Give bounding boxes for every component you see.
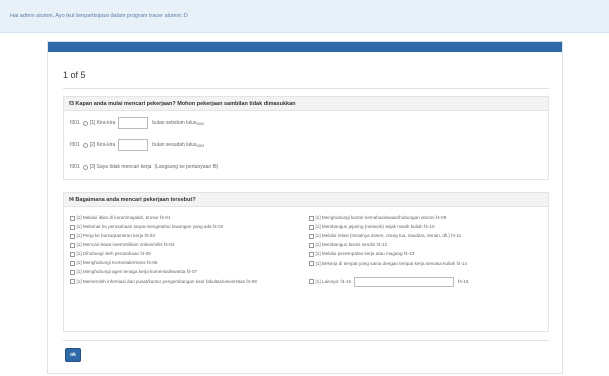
f4-checkbox[interactable] xyxy=(309,234,314,239)
f3-code: f301 xyxy=(70,120,80,126)
f3-panel: f3 Kapan anda mulai mencari pekerjaan? M… xyxy=(63,96,549,180)
f4-option-code: f4-13 xyxy=(403,251,415,256)
f4-option-code: f4-15 xyxy=(340,279,352,284)
f3-months-after-input[interactable] xyxy=(118,139,149,151)
f4-checkbox[interactable] xyxy=(309,225,314,230)
f4-option-code: f4-14 xyxy=(456,261,467,266)
f4-option-label: [1] Melalui penempatan kerja atau magang xyxy=(315,251,403,256)
f4-option-label: [1] Mencari lewat internet/iklan online/… xyxy=(76,242,163,247)
f3-option-label: [1] Kira-kira xyxy=(89,120,116,126)
f4-checkbox[interactable] xyxy=(70,234,75,239)
f4-left-column: [1] Melalui iklan di koran/majalah, bros… xyxy=(70,215,305,296)
f4-option-label: [1] Memeroleh informasi dari pusat/kanto… xyxy=(76,279,246,284)
f4-option-label: [1] Melalui relasi (misalnya dosen, oran… xyxy=(315,233,450,238)
f4-panel-header: f4 Bagaimana anda mencari pekerjaan ters… xyxy=(64,193,548,207)
f4-option-label: [1] Menghubungi Kemenakertrans xyxy=(76,260,146,265)
f3-option-3: f301 [3] Saya tidak mencari kerja (Langs… xyxy=(70,161,218,173)
f4-checkbox[interactable] xyxy=(70,270,75,275)
f4-option: [1] Memeroleh informasi dari pusat/kanto… xyxy=(70,278,305,296)
alert-text: Hai admin alumni, Ayo ikut berpartisipas… xyxy=(10,13,188,19)
f4-question: f4 Bagaimana anda mencari pekerjaan ters… xyxy=(69,197,196,203)
f3-option-suffix: (Langsung ke pertanyaan f8) xyxy=(154,164,219,170)
f4-option: [1] Membangun bisnis sendiri f4-12 xyxy=(309,242,544,251)
f4-checkbox[interactable] xyxy=(70,279,75,284)
f3-option-2: f301 [2] Kira-kira bulan sesudah lulus f… xyxy=(70,139,204,151)
submit-button[interactable]: ok xyxy=(65,348,81,362)
f4-option: [1] Dihubungi oleh perusahaan f4-05 xyxy=(70,251,305,260)
f4-option-code: f4-07 xyxy=(186,269,198,274)
f4-option: [1] Mencari lewat internet/iklan online/… xyxy=(70,242,305,251)
f4-lainnya-input[interactable] xyxy=(354,277,455,287)
f4-option-label: [1] Membangun jejaring (network) sejak m… xyxy=(315,224,423,229)
f4-option-label: [1] Dihubungi oleh perusahaan xyxy=(76,251,140,256)
f4-option-lainnya: [1] Lainnya: f4-15 f4-16 xyxy=(309,277,544,296)
f4-option: [1] Menghubungi Kemenakertrans f4-06 xyxy=(70,260,305,269)
f4-panel: f4 Bagaimana anda mencari pekerjaan ters… xyxy=(63,192,549,332)
f4-option-label: [1] Lainnya: xyxy=(315,279,340,284)
f4-option: [1] Melalui iklan di koran/majalah, bros… xyxy=(70,215,305,224)
f3-panel-header: f3 Kapan anda mulai mencari pekerjaan? M… xyxy=(64,97,548,111)
f4-option-label: [1] Membangun bisnis sendiri xyxy=(315,242,376,247)
f4-option-label: [1] Bekerja di tempat yang sama dengan t… xyxy=(315,261,456,266)
page-title: 1 of 5 xyxy=(63,70,86,80)
f4-option: [1] Bekerja di tempat yang sama dengan t… xyxy=(309,260,544,278)
f3-radio-1[interactable] xyxy=(82,120,88,126)
f4-option-code: f4-05 xyxy=(140,251,151,256)
f3-option-suffix: bulan sesudah lulus xyxy=(152,142,197,148)
f4-checkbox[interactable] xyxy=(70,252,75,257)
f4-option-code: f4-03 xyxy=(144,233,155,238)
f4-option-label: [1] Menghubungi agen tenaga kerja komers… xyxy=(76,269,186,274)
f3-radio-2[interactable] xyxy=(82,142,88,148)
f4-option-label: [1] Pergi ke bursa/pameran kerja xyxy=(76,233,144,238)
divider xyxy=(63,340,549,341)
f4-option-code: f4-11 xyxy=(451,233,462,238)
f4-option-code: f4-12 xyxy=(376,242,388,247)
f3-option-1: f301 [1] Kira-kira bulan sebelum lulus f… xyxy=(70,117,204,129)
f4-checkbox[interactable] xyxy=(309,279,314,284)
f4-option: [1] Melamar ke perusahaan tanpa mengetah… xyxy=(70,224,305,233)
f4-checkbox[interactable] xyxy=(309,243,314,248)
f4-checkbox[interactable] xyxy=(70,243,75,248)
f4-option: [1] Melalui relasi (misalnya dosen, oran… xyxy=(309,233,544,242)
f4-option-code: f4-01 xyxy=(160,215,171,220)
f4-option-label: [1] Melamar ke perusahaan tanpa mengetah… xyxy=(76,224,212,229)
f4-option-code: f4-06 xyxy=(147,260,158,265)
f4-checkbox[interactable] xyxy=(70,261,75,266)
f4-option-code: f4-16 xyxy=(458,279,469,284)
f4-checkbox[interactable] xyxy=(309,252,314,257)
f4-checkbox[interactable] xyxy=(309,261,314,266)
f4-checkbox[interactable] xyxy=(309,216,314,221)
f4-option-label: [1] Melalui iklan di koran/majalah, bros… xyxy=(76,215,159,220)
f4-option-code: f4-08 xyxy=(246,279,257,284)
survey-card: 1 of 5 f3 Kapan anda mulai mencari peker… xyxy=(47,41,563,374)
f3-option-suffix: bulan sebelum lulus xyxy=(152,120,197,126)
f3-subcode: f303 xyxy=(196,142,205,148)
f3-question: f3 Kapan anda mulai mencari pekerjaan? M… xyxy=(69,101,296,107)
f3-subcode: f302 xyxy=(196,120,205,126)
f4-checkbox[interactable] xyxy=(70,225,75,230)
f3-code: f301 xyxy=(70,142,80,148)
f4-right-column: [1] Menghubungi kantor kemahasiswaan/hub… xyxy=(309,215,544,296)
f4-option-code: f4-10 xyxy=(424,224,435,229)
f4-option: [1] Membangun jejaring (network) sejak m… xyxy=(309,224,544,233)
card-header-bar xyxy=(48,42,562,52)
f4-option: [1] Melalui penempatan kerja atau magang… xyxy=(309,251,544,260)
top-alert-banner: Hai admin alumni, Ayo ikut berpartisipas… xyxy=(0,0,609,33)
f3-code: f301 xyxy=(70,164,80,170)
f4-option-label: [1] Menghubungi kantor kemahasiswaan/hub… xyxy=(315,215,435,220)
f4-option: [1] Pergi ke bursa/pameran kerja f4-03 xyxy=(70,233,305,242)
f4-option: [1] Menghubungi agen tenaga kerja komers… xyxy=(70,269,305,278)
f3-option-label: [3] Saya tidak mencari kerja xyxy=(89,164,152,170)
f3-radio-3[interactable] xyxy=(82,164,88,170)
f4-option: [1] Menghubungi kantor kemahasiswaan/hub… xyxy=(309,215,544,224)
f4-option-code: f4-02 xyxy=(212,224,224,229)
f4-checkbox[interactable] xyxy=(70,216,75,221)
divider xyxy=(63,88,549,89)
f3-option-label: [2] Kira-kira xyxy=(89,142,116,148)
f4-option-code: f4-09 xyxy=(435,215,447,220)
f4-option-code: f4-04 xyxy=(163,242,175,247)
f3-months-before-input[interactable] xyxy=(118,117,149,129)
